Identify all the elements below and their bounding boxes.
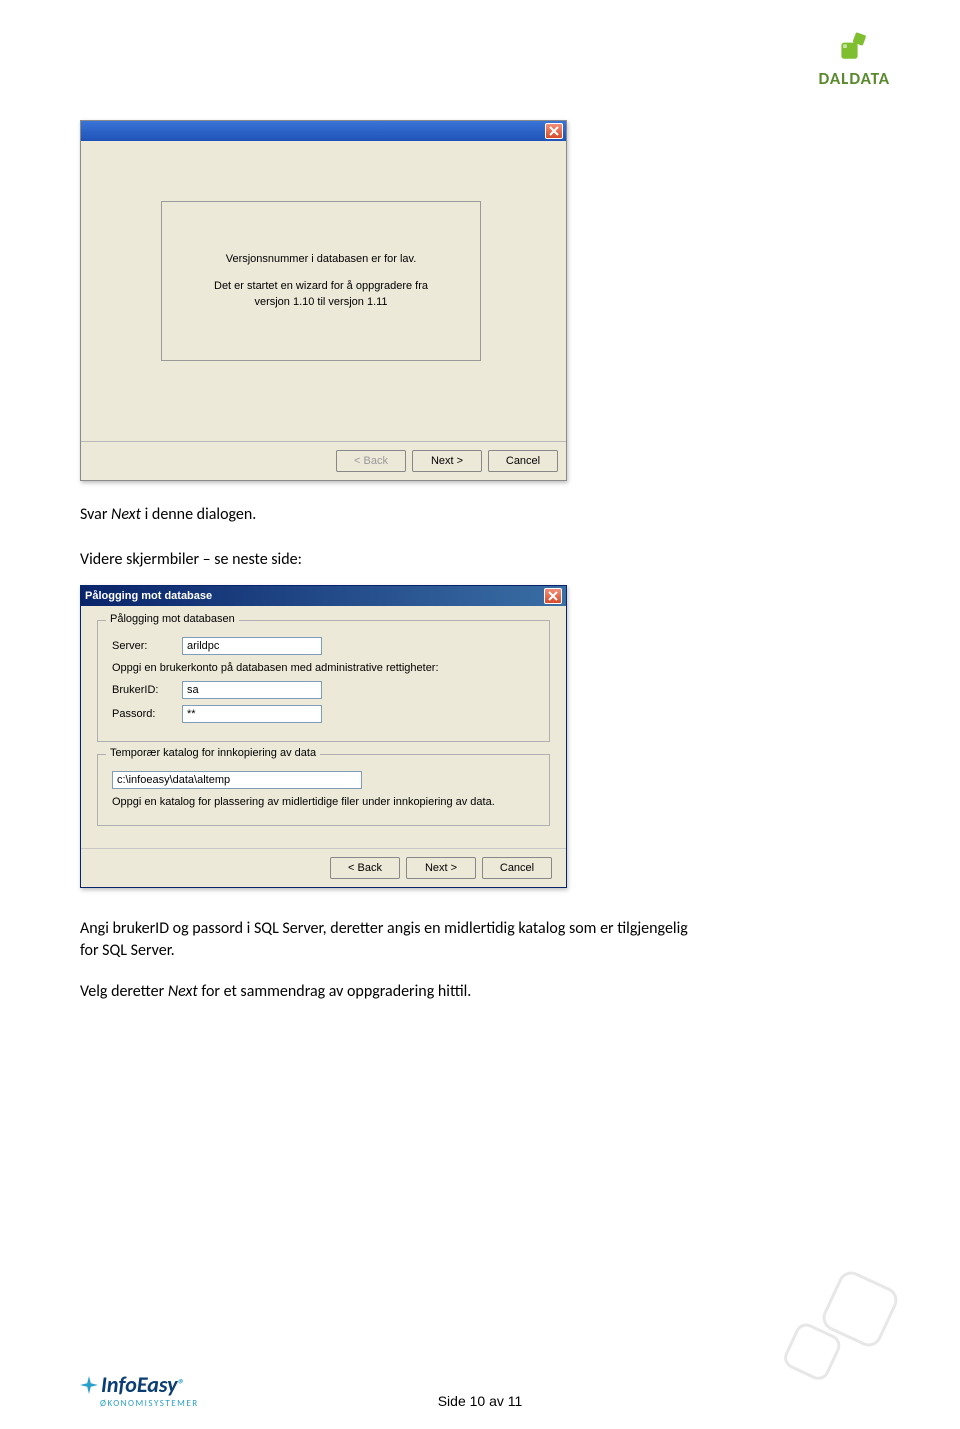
dialog2-titlebar: Pålogging mot database [81, 586, 566, 606]
groupbox-title: Pålogging mot databasen [106, 613, 239, 625]
instruction-para-2: Videre skjermbiler – se neste side: [80, 550, 880, 571]
server-label: Server: [112, 640, 182, 652]
close-icon[interactable] [545, 123, 563, 139]
tempdir-desc: Oppgi en katalog for plassering av midle… [112, 795, 535, 809]
page-number: Side 10 av 11 [438, 1393, 523, 1409]
dialog1-body: Versjonsnummer i databasen er for lav. D… [81, 141, 566, 441]
dialog2-title: Pålogging mot database [85, 590, 212, 602]
back-button: < Back [336, 450, 406, 472]
groupbox-title: Temporær katalog for innkopiering av dat… [106, 747, 320, 759]
daldata-logo: DALDATA [819, 30, 890, 89]
msg-line: versjon 1.10 til versjon 1.11 [254, 294, 387, 311]
dialog2-button-row: < Back Next > Cancel [81, 848, 566, 887]
cancel-button[interactable]: Cancel [488, 450, 558, 472]
infoeasy-text: InfoEasy [101, 1371, 178, 1398]
daldata-text: DALDATA [819, 68, 890, 89]
close-icon[interactable] [544, 588, 562, 604]
passord-label: Passord: [112, 708, 182, 720]
back-button[interactable]: < Back [330, 857, 400, 879]
instruction-para-3: Angi brukerID og passord i SQL Server, d… [80, 918, 700, 961]
instruction-para-4: Velg deretter Next for et sammendrag av … [80, 981, 880, 1003]
admin-account-desc: Oppgi en brukerkonto på databasen med ad… [112, 661, 535, 675]
dialog1-titlebar [81, 121, 566, 141]
dialog2-body: Pålogging mot databasen Server: Oppgi en… [81, 606, 566, 849]
cancel-button[interactable]: Cancel [482, 857, 552, 879]
tempdir-input[interactable] [112, 771, 362, 789]
page-footer: InfoEasy® ØKONOMISYSTEMER Side 10 av 11 [80, 1371, 880, 1409]
dialog1-button-row: < Back Next > Cancel [81, 441, 566, 480]
tempdir-groupbox: Temporær katalog for innkopiering av dat… [97, 754, 550, 826]
wizard-message-box: Versjonsnummer i databasen er for lav. D… [161, 201, 481, 361]
brukerid-input[interactable] [182, 681, 322, 699]
brukerid-label: BrukerID: [112, 684, 182, 696]
msg-line: Versjonsnummer i databasen er for lav. [226, 251, 417, 268]
database-login-dialog: Pålogging mot database Pålogging mot dat… [80, 585, 567, 889]
infoeasy-subtitle: ØKONOMISYSTEMER [100, 1398, 199, 1409]
daldata-icon [836, 30, 872, 66]
instruction-para-1: Svar Next i denne dialogen. [80, 505, 880, 526]
passord-input[interactable] [182, 705, 322, 723]
upgrade-wizard-dialog: Versjonsnummer i databasen er for lav. D… [80, 120, 567, 481]
msg-line: Det er startet en wizard for å oppgrader… [214, 278, 428, 295]
next-button[interactable]: Next > [406, 857, 476, 879]
login-groupbox: Pålogging mot databasen Server: Oppgi en… [97, 620, 550, 742]
server-input[interactable] [182, 637, 322, 655]
star-icon [80, 1376, 98, 1394]
next-button[interactable]: Next > [412, 450, 482, 472]
infoeasy-logo: InfoEasy® ØKONOMISYSTEMER [80, 1371, 199, 1409]
